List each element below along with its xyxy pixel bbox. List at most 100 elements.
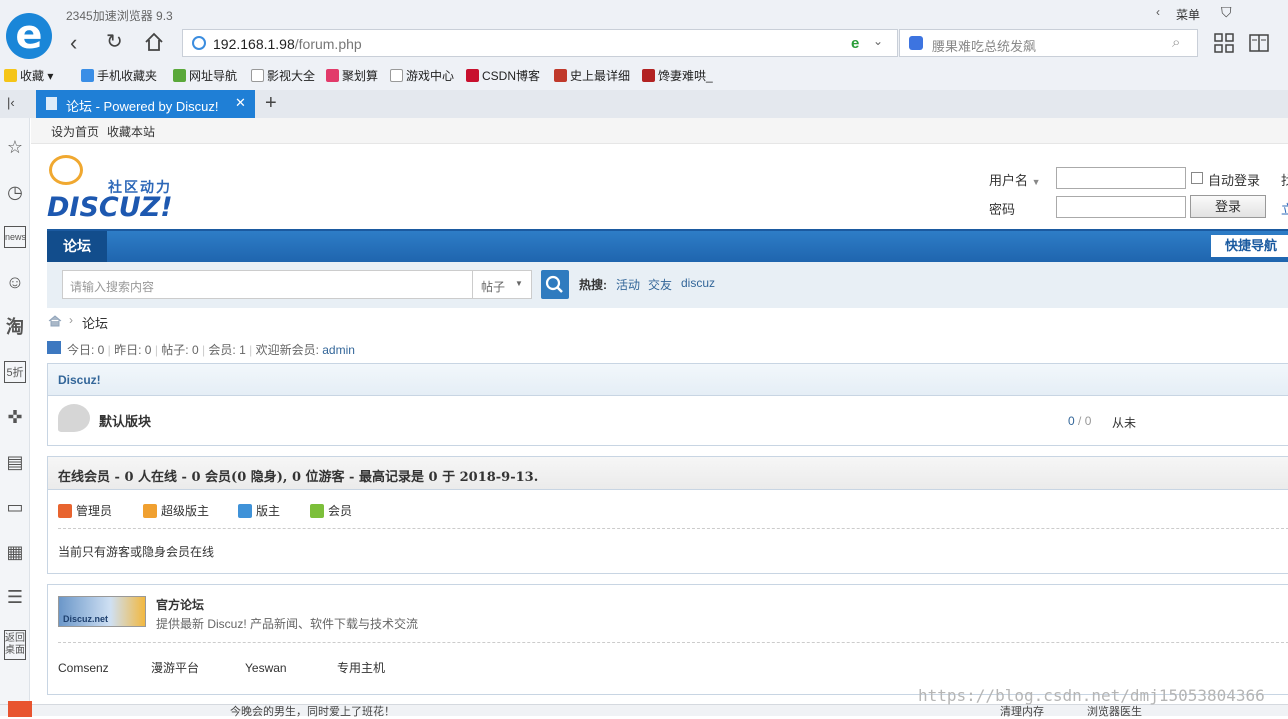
search-submit-button[interactable]: [541, 270, 569, 299]
back-desktop-button[interactable]: 返回桌面: [4, 630, 26, 660]
category-title[interactable]: Discuz!: [58, 373, 101, 387]
forum-name-link[interactable]: 默认版块: [99, 411, 151, 430]
register-link[interactable]: 立: [1281, 199, 1288, 218]
browser-logo-icon: e: [6, 13, 52, 59]
discount-icon[interactable]: 5折: [4, 361, 26, 383]
apps-grid-icon[interactable]: [1214, 33, 1234, 53]
forum-search-placeholder: 请输入搜索内容: [70, 280, 155, 294]
browser-search-bar[interactable]: 腰果难吃总统发飙 ⌕: [899, 29, 1198, 57]
bookmark-nav[interactable]: 网址导航: [173, 67, 237, 84]
bookmarks-bar: 收藏 ▾ 手机收藏夹 网址导航 影视大全 聚划算 游戏中心 CSDN博客 史上最…: [0, 62, 1288, 88]
monitor-icon[interactable]: ▭: [4, 496, 26, 518]
chevron-down-icon: ▼: [515, 279, 523, 288]
url-text[interactable]: 192.168.1.98/forum.php: [213, 36, 362, 52]
hot-word-link[interactable]: 交友: [648, 276, 672, 293]
reader-icon[interactable]: [1249, 33, 1269, 53]
menu-button[interactable]: 菜单: [1176, 6, 1200, 23]
divider: [58, 528, 1288, 529]
online-note: 当前只有游客或隐身会员在线: [58, 545, 215, 559]
browser-doctor-button[interactable]: 浏览器医生: [1087, 703, 1142, 719]
calculator-icon[interactable]: ▦: [4, 541, 26, 563]
group-member: 会员: [310, 502, 352, 519]
set-homepage-link[interactable]: 设为首页: [51, 123, 99, 140]
username-type-select[interactable]: 用户名 ▼: [989, 170, 1041, 189]
star-icon: [4, 69, 17, 82]
bookmark-csdn[interactable]: CSDN博客: [466, 67, 540, 84]
forum-bubble-icon: [58, 404, 90, 432]
hot-word-link[interactable]: 活动: [616, 276, 640, 293]
favorites-star-icon[interactable]: ☆: [4, 136, 26, 158]
site-top-bar: 设为首页 收藏本站: [31, 118, 1288, 144]
browser-status-bar: 今晚会的男生，同时爱上了班花！ 清理内存 浏览器医生: [0, 701, 1288, 719]
hot-search-label: 热搜:: [579, 278, 607, 292]
list-icon[interactable]: ☰: [4, 586, 26, 608]
bookmark-favorites[interactable]: 收藏 ▾: [4, 67, 53, 84]
bookmark-video[interactable]: 影视大全: [251, 67, 315, 84]
home-icon[interactable]: [143, 31, 165, 53]
chevron-down-icon[interactable]: ⌄: [873, 34, 883, 48]
refresh-icon[interactable]: ↻: [106, 31, 123, 53]
username-input[interactable]: [1056, 167, 1186, 189]
nav-icon: [173, 69, 186, 82]
gamepad-icon[interactable]: ✜: [4, 406, 26, 428]
friend-link[interactable]: 漫游平台: [151, 659, 199, 676]
page-icon: [46, 97, 57, 110]
quick-nav-button[interactable]: 快捷导航: [1211, 235, 1288, 257]
bookmark-games[interactable]: 游戏中心: [390, 67, 454, 84]
address-bar[interactable]: 192.168.1.98/forum.php e ⌄: [182, 29, 898, 57]
search-icon[interactable]: ⌕: [1172, 34, 1180, 51]
forum-search-input[interactable]: 请输入搜索内容: [62, 270, 472, 299]
find-password-link[interactable]: 找: [1281, 170, 1288, 189]
online-box: 在线会员 - 0 人在线 - 0 会员(0 隐身), 0 位游客 - 最高记录是…: [47, 456, 1288, 574]
close-tab-icon[interactable]: ✕: [235, 95, 246, 111]
supermod-user-icon: [143, 504, 157, 518]
password-input[interactable]: [1056, 196, 1186, 218]
skin-icon[interactable]: ⛉: [1221, 4, 1232, 21]
forum-stats: 今日: 0 | 昨日: 0 | 帖子: 0 | 会员: 1 | 欢迎新会员: a…: [67, 343, 355, 357]
group-mod: 版主: [238, 502, 280, 519]
chat-icon[interactable]: ☺: [4, 271, 26, 293]
friend-link[interactable]: 专用主机: [337, 659, 385, 676]
site-logo[interactable]: DISCUZ!: [47, 193, 173, 223]
news-icon[interactable]: news: [4, 226, 26, 248]
friend-link[interactable]: Comsenz: [58, 661, 109, 675]
cleanup-memory-button[interactable]: 清理内存: [1000, 703, 1044, 719]
tab-active[interactable]: 论坛 - Powered by Discuz! ✕: [36, 90, 255, 118]
category-box: Discuz! 默认版块 0 / 0 从未: [47, 363, 1288, 446]
page-icon: [251, 69, 264, 82]
friend-link[interactable]: Yeswan: [245, 661, 287, 675]
secure-shield-icon: [192, 36, 206, 50]
taobao-icon[interactable]: 淘: [4, 316, 26, 338]
hot-word-link[interactable]: discuz: [681, 276, 715, 290]
new-member-link[interactable]: admin: [322, 343, 355, 357]
divider: [58, 642, 1288, 643]
bookmark-novel[interactable]: 馋妻难哄_: [642, 67, 713, 84]
official-forum-link[interactable]: 官方论坛: [156, 596, 204, 613]
video-icon[interactable]: ▤: [4, 451, 26, 473]
back-icon[interactable]: ‹: [70, 32, 77, 54]
collapse-sidebar-icon[interactable]: |‹: [7, 95, 15, 110]
phone-icon: [81, 69, 94, 82]
breadcrumb-current: 论坛: [82, 316, 109, 331]
discuz-net-badge[interactable]: Discuz.net: [58, 596, 146, 627]
bookmark-mobile[interactable]: 手机收藏夹: [81, 67, 157, 84]
bookmark-juhuasuan[interactable]: 聚划算: [326, 67, 378, 84]
site-header: 社区动力 DISCUZ! 用户名 ▼ 自动登录 找 密码 登录 立: [31, 145, 1288, 229]
history-clock-icon[interactable]: ◷: [4, 181, 26, 203]
new-tab-button[interactable]: +: [265, 92, 277, 115]
ie-mode-icon[interactable]: e: [851, 35, 859, 52]
member-user-icon: [310, 504, 324, 518]
news-ticker[interactable]: 今晚会的男生，同时爱上了班花！: [230, 703, 395, 719]
menu-chevron-icon[interactable]: ‹: [1156, 5, 1160, 19]
stats-chart-icon: [47, 341, 61, 354]
login-button[interactable]: 登录: [1190, 195, 1266, 218]
bookmark-detail[interactable]: 史上最详细: [554, 67, 630, 84]
nav-forum-tab[interactable]: 论坛: [47, 231, 107, 262]
bookmark-site-link[interactable]: 收藏本站: [107, 123, 155, 140]
search-type-select[interactable]: 帖子 ▼: [472, 270, 532, 299]
juhuasuan-icon: [326, 69, 339, 82]
home-icon[interactable]: [48, 315, 62, 327]
browser-sidebar: ☆ ◷ news ☺ 淘 5折 ✜ ▤ ▭ ▦ ☰ 返回桌面: [0, 118, 30, 716]
auto-login-checkbox[interactable]: [1191, 172, 1203, 184]
browser-search-placeholder: 腰果难吃总统发飙: [932, 39, 1037, 54]
